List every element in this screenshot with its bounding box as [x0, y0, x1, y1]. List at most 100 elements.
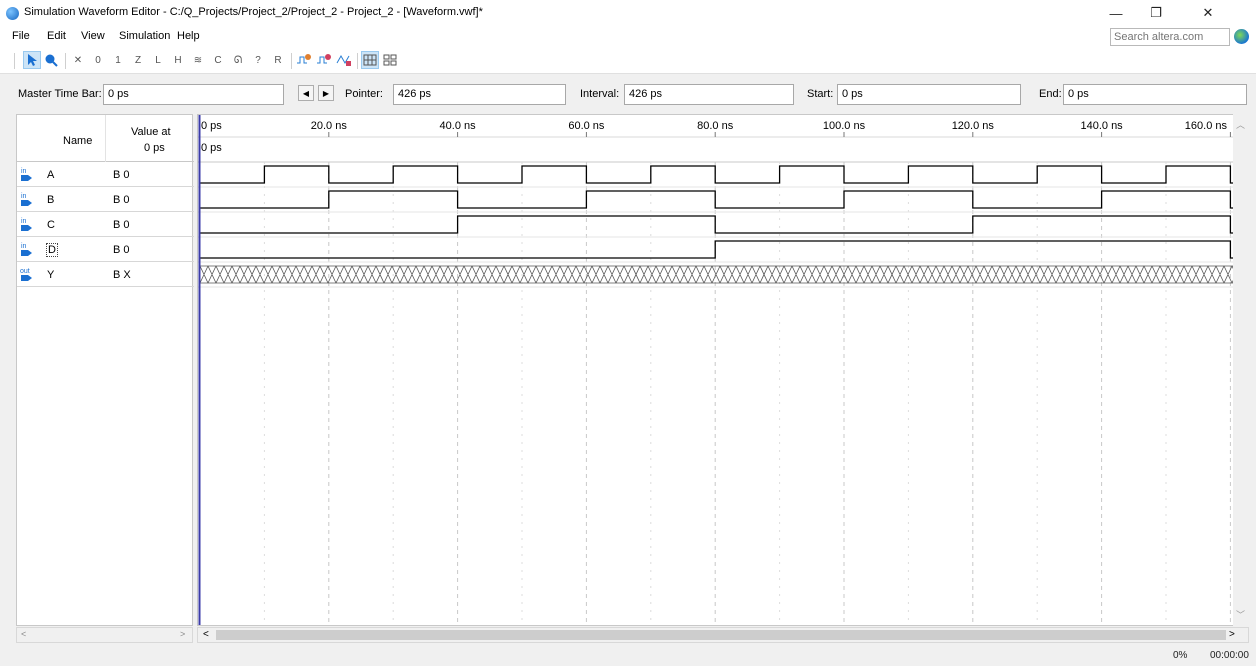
time-tick-label: 120.0 ns [952, 120, 995, 132]
menu-bar: File Edit View Simulation Help [0, 26, 1256, 48]
svg-text:in: in [21, 218, 27, 225]
waveform-canvas[interactable]: 0 ps 20.0 ns 40.0 ns 60.0 ns 80.0 ns 100.0 ns… [198, 115, 1240, 626]
count-value-icon[interactable]: C [209, 51, 227, 69]
signal-value: B 0 [113, 219, 130, 231]
elapsed-time: 00:00:00 [1210, 650, 1249, 661]
signal-list-hscrollbar[interactable]: < > [16, 627, 193, 643]
scroll-down-icon[interactable]: ﹀ [1236, 608, 1245, 621]
pointer-label: Pointer: [345, 88, 383, 100]
signal-name: A [47, 169, 55, 181]
scroll-left-icon[interactable]: < [21, 629, 26, 639]
cursor-time-label: 0 ps [201, 142, 222, 154]
waveform-d [200, 240, 1239, 259]
prev-transition-button[interactable]: ◀ [298, 85, 314, 101]
close-button[interactable]: ✕ [1176, 0, 1240, 26]
time-tick-label: 160.0 ns [1185, 120, 1228, 132]
arbitrary-value-icon[interactable]: R [269, 51, 287, 69]
weak-high-icon[interactable]: H [169, 51, 187, 69]
waveform-hscrollbar[interactable]: < > [197, 627, 1249, 643]
random-values-icon[interactable]: ? [249, 51, 267, 69]
input-pin-icon: in [21, 218, 32, 231]
unknown-value-icon[interactable]: ✕ [69, 51, 87, 69]
svg-text:out: out [20, 268, 30, 275]
start-label: Start: [807, 88, 834, 100]
toolbar-separator [357, 53, 358, 69]
menu-file[interactable]: File [12, 30, 30, 42]
menu-view[interactable]: View [81, 30, 105, 42]
scroll-left-icon[interactable]: < [203, 629, 209, 640]
signal-value: B 0 [113, 244, 130, 256]
svg-text:in: in [21, 193, 27, 200]
input-pin-icon: in [21, 168, 32, 181]
signal-row-d[interactable]: in D B 0 [17, 237, 194, 262]
waveform-c [200, 215, 1239, 234]
toolbar-separator [65, 53, 66, 69]
grouping-icon[interactable] [381, 51, 399, 69]
signal-value: B X [113, 269, 131, 281]
waveform-y-unknown [199, 265, 1239, 284]
menu-edit[interactable]: Edit [47, 30, 66, 42]
toolbar-grip [14, 53, 15, 69]
signal-row-b[interactable]: in B B 0 [17, 187, 194, 212]
column-divider [105, 115, 106, 162]
scroll-thumb[interactable] [216, 630, 1226, 640]
scroll-right-icon[interactable]: > [180, 629, 185, 639]
signal-row-y[interactable]: out Y B X [17, 262, 194, 287]
scroll-up-icon[interactable]: ︿ [1236, 118, 1245, 131]
start-field: 0 ps [837, 84, 1021, 105]
svg-text:in: in [21, 168, 27, 175]
value-column-header[interactable]: Value at [131, 126, 171, 138]
search-input[interactable] [1110, 28, 1230, 46]
name-column-header[interactable]: Name [63, 135, 92, 147]
input-pin-icon: in [21, 243, 32, 256]
signal-name: B [47, 194, 55, 206]
input-pin-icon: in [21, 193, 32, 206]
force-high-icon[interactable]: 1 [109, 51, 127, 69]
generate-modelsim-icon[interactable] [335, 51, 353, 69]
master-time-bar-field[interactable]: 0 ps [103, 84, 284, 105]
progress-percent: 0% [1173, 650, 1188, 661]
window-title: Simulation Waveform Editor - C:/Q_Projec… [24, 6, 483, 18]
run-timing-simulation-icon[interactable] [315, 51, 333, 69]
high-impedance-icon[interactable]: Z [129, 51, 147, 69]
menu-simulation[interactable]: Simulation [119, 30, 170, 42]
globe-icon[interactable] [1234, 29, 1249, 44]
signal-name: C [47, 219, 55, 231]
signal-value: B 0 [113, 194, 130, 206]
waveform-a [200, 165, 1239, 184]
end-label: End: [1039, 88, 1062, 100]
signal-row-a[interactable]: in A B 0 [17, 162, 194, 187]
waveform-b [200, 190, 1239, 209]
run-functional-simulation-icon[interactable] [295, 51, 313, 69]
app-logo-icon [6, 7, 19, 20]
select-tool-icon[interactable] [23, 51, 41, 69]
time-tick-label: 80.0 ns [697, 120, 734, 132]
signal-name: Y [47, 269, 55, 281]
force-low-icon[interactable]: 0 [89, 51, 107, 69]
svg-text:in: in [21, 243, 27, 250]
time-tick-label: 40.0 ns [440, 120, 477, 132]
signal-row-c[interactable]: in C B 0 [17, 212, 194, 237]
value-time-header: 0 ps [144, 142, 165, 154]
time-tick-label: 0 ps [201, 120, 222, 132]
signal-list-panel: Name Value at 0 ps in A B 0 in B B 0 in … [16, 114, 194, 626]
zoom-tool-icon[interactable] [42, 51, 60, 69]
pointer-field: 426 ps [393, 84, 566, 105]
minimize-button[interactable]: — [1096, 0, 1136, 26]
waveform-panel[interactable]: 0 ps 20.0 ns 40.0 ns 60.0 ns 80.0 ns 100.0 ns… [197, 114, 1240, 626]
weak-low-icon[interactable]: L [149, 51, 167, 69]
next-transition-button[interactable]: ▶ [318, 85, 334, 101]
output-pin-icon: out [20, 268, 32, 281]
master-time-bar-label: Master Time Bar: [18, 88, 102, 100]
overwrite-clock-icon[interactable]: ᘏ [229, 51, 247, 69]
invert-icon[interactable]: ≋ [189, 51, 207, 69]
scroll-right-icon[interactable]: > [1229, 629, 1235, 640]
grid-snap-icon[interactable] [361, 51, 379, 69]
restore-button[interactable]: ❐ [1136, 0, 1176, 26]
menu-help[interactable]: Help [177, 30, 200, 42]
vertical-scrollbar[interactable]: ︿ ﹀ [1233, 114, 1249, 626]
time-tick-label: 100.0 ns [823, 120, 866, 132]
title-bar: Simulation Waveform Editor - C:/Q_Projec… [0, 0, 1256, 26]
time-bar: Master Time Bar: 0 ps ◀ ▶ Pointer: 426 p… [0, 81, 1256, 109]
signal-name: D [46, 243, 58, 257]
